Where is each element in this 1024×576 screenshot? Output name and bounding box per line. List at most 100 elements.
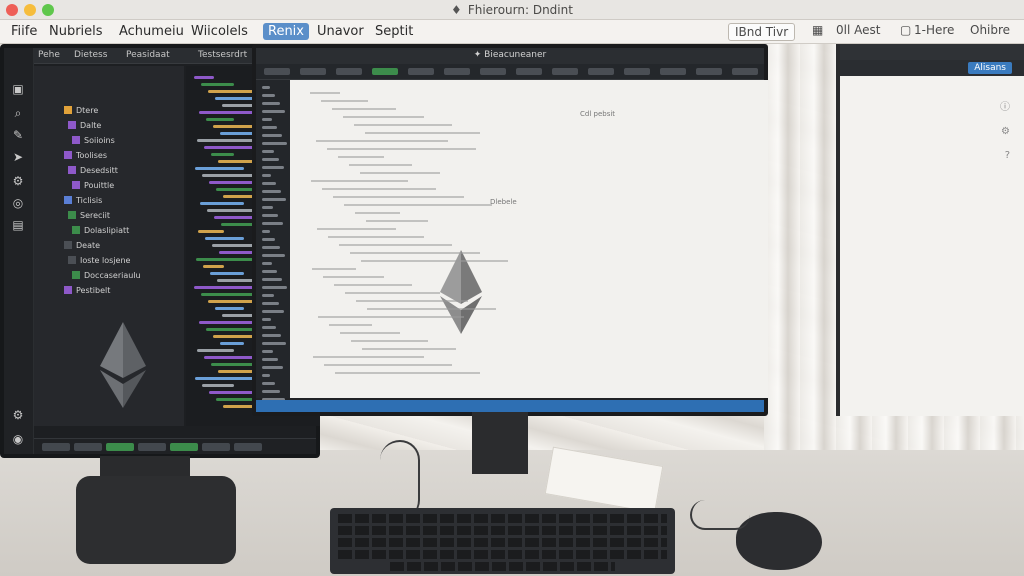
doc-text-line — [367, 308, 496, 310]
toolbar-tab[interactable] — [552, 68, 578, 75]
search-icon[interactable]: ⌕ — [11, 106, 25, 120]
main-gutter — [256, 80, 290, 401]
code-line — [206, 118, 234, 121]
doc-text-line — [334, 284, 412, 286]
tree-item[interactable]: Desedsitt — [68, 166, 118, 175]
status-btn-7[interactable] — [234, 443, 262, 451]
gutter-line — [262, 342, 286, 345]
doc-text-line — [345, 292, 440, 294]
keyboard-row — [338, 550, 667, 559]
left-tab-3[interactable]: Peasidaat — [126, 50, 170, 60]
toolbar-tab[interactable] — [732, 68, 758, 75]
tree-item[interactable]: Ticlisis — [64, 196, 102, 205]
tree-item-label: Pestibelt — [76, 286, 111, 295]
menu-item-7[interactable]: Septit — [370, 23, 418, 40]
toolbar-tab[interactable] — [408, 68, 434, 75]
code-line — [223, 195, 254, 198]
compile-icon[interactable]: ✎ — [11, 128, 25, 142]
tree-item[interactable]: Doccaseriaulu — [72, 271, 141, 280]
files-icon[interactable]: ▣ — [11, 82, 25, 96]
tree-item[interactable]: Soiioins — [72, 136, 115, 145]
code-line — [215, 307, 244, 310]
gutter-line — [262, 374, 270, 377]
right-monitor: Alisans ⓘ ⚙ ? — [836, 44, 1024, 416]
tree-item-label: Dtere — [76, 106, 99, 115]
toolbar-tab[interactable] — [336, 68, 362, 75]
menu-right-item-2[interactable]: 1-Here — [914, 23, 954, 37]
doc-text-line — [350, 252, 480, 254]
doc-text-line — [317, 228, 396, 230]
code-line — [202, 384, 234, 387]
account-icon[interactable]: ◉ — [11, 432, 25, 446]
gutter-line — [262, 254, 285, 257]
tree-item[interactable]: Pestibelt — [64, 286, 110, 295]
menu-item-file[interactable]: Fiife — [6, 23, 42, 40]
plugin-icon[interactable]: ⚙ — [11, 174, 25, 188]
toolbar-tab[interactable] — [300, 68, 326, 75]
toolbar-tab[interactable] — [516, 68, 542, 75]
menu-item-3[interactable]: Achumeiu — [114, 23, 189, 40]
toolbar-tab[interactable] — [444, 68, 470, 75]
doc-text-line — [365, 132, 480, 134]
code-line — [211, 153, 234, 156]
menu-item-remix[interactable]: Renix — [263, 23, 309, 40]
status-btn-5[interactable] — [170, 443, 198, 451]
tree-item[interactable]: Dtere — [64, 106, 98, 115]
status-btn-3[interactable] — [106, 443, 134, 451]
menu-right-pill[interactable]: IBnd Tivr — [728, 23, 796, 41]
toolbar-tab[interactable] — [660, 68, 686, 75]
tree-item[interactable]: Toolises — [64, 151, 107, 160]
tree-item[interactable]: Dalte — [68, 121, 101, 130]
settings-icon-right[interactable]: ⚙ — [1001, 126, 1010, 137]
doc-label-2: Dlebele — [490, 198, 517, 206]
status-btn-2[interactable] — [74, 443, 102, 451]
toolbar-tab[interactable] — [372, 68, 398, 75]
app-icon: ♦ — [451, 3, 462, 17]
status-btn-1[interactable] — [42, 443, 70, 451]
file-icon — [68, 256, 76, 264]
gutter-line — [262, 150, 274, 153]
tree-item-label: Sereciit — [80, 211, 111, 220]
status-btn-4[interactable] — [138, 443, 166, 451]
document-icon[interactable]: ▢ — [900, 23, 911, 37]
left-tab-2[interactable]: Dietess — [74, 50, 107, 60]
code-line — [218, 160, 254, 163]
toolbar-tab[interactable] — [264, 68, 290, 75]
doc-text-line — [344, 204, 492, 206]
status-btn-6[interactable] — [202, 443, 230, 451]
left-tab-4[interactable]: Testsesrdrt — [198, 50, 247, 60]
toolbar-tab[interactable] — [588, 68, 614, 75]
menu-right-item-3[interactable]: Ohibre — [970, 23, 1010, 37]
debug-icon[interactable]: ◎ — [11, 196, 25, 210]
menu-item-4[interactable]: Wiicolels — [186, 23, 253, 40]
main-monitor: ✦ Bieacuneaner Cdl pebsit Dlebele — [252, 44, 768, 416]
grid-icon[interactable]: ▦ — [812, 23, 823, 37]
gutter-line — [262, 326, 276, 329]
tree-item[interactable]: Ioste losjene — [68, 256, 130, 265]
left-tab-1[interactable]: Pehe — [38, 50, 60, 60]
tree-item[interactable]: Sereciit — [68, 211, 110, 220]
help-icon[interactable]: ? — [1005, 150, 1010, 161]
main-editor-header: ✦ Bieacuneaner — [256, 48, 764, 64]
gutter-line — [262, 230, 270, 233]
toolbar-tab[interactable] — [480, 68, 506, 75]
tree-item[interactable]: Deate — [64, 241, 100, 250]
gutter-line — [262, 102, 280, 105]
tree-item[interactable]: Dolaslipiatt — [72, 226, 129, 235]
toolbar-tab[interactable] — [696, 68, 722, 75]
doc-text-line — [355, 212, 400, 214]
menu-right-item-1[interactable]: 0ll Aest — [836, 23, 880, 37]
deploy-icon[interactable]: ➤ — [11, 150, 25, 164]
terminal-icon[interactable]: ▤ — [11, 218, 25, 232]
menu-item-2[interactable]: Nubriels — [44, 23, 108, 40]
right-action-button[interactable]: Alisans — [968, 62, 1012, 74]
window-title-text: Fhierourn: Dndint — [467, 3, 573, 17]
toolbar-tab[interactable] — [624, 68, 650, 75]
menu-item-6[interactable]: Unavor — [312, 23, 369, 40]
doc-text-line — [340, 332, 400, 334]
tree-item[interactable]: Pouittle — [72, 181, 114, 190]
settings-icon[interactable]: ⚙ — [11, 408, 25, 422]
info-icon[interactable]: ⓘ — [1000, 98, 1010, 113]
main-editor-title: ✦ Bieacuneaner — [256, 50, 764, 60]
code-line — [205, 237, 244, 240]
